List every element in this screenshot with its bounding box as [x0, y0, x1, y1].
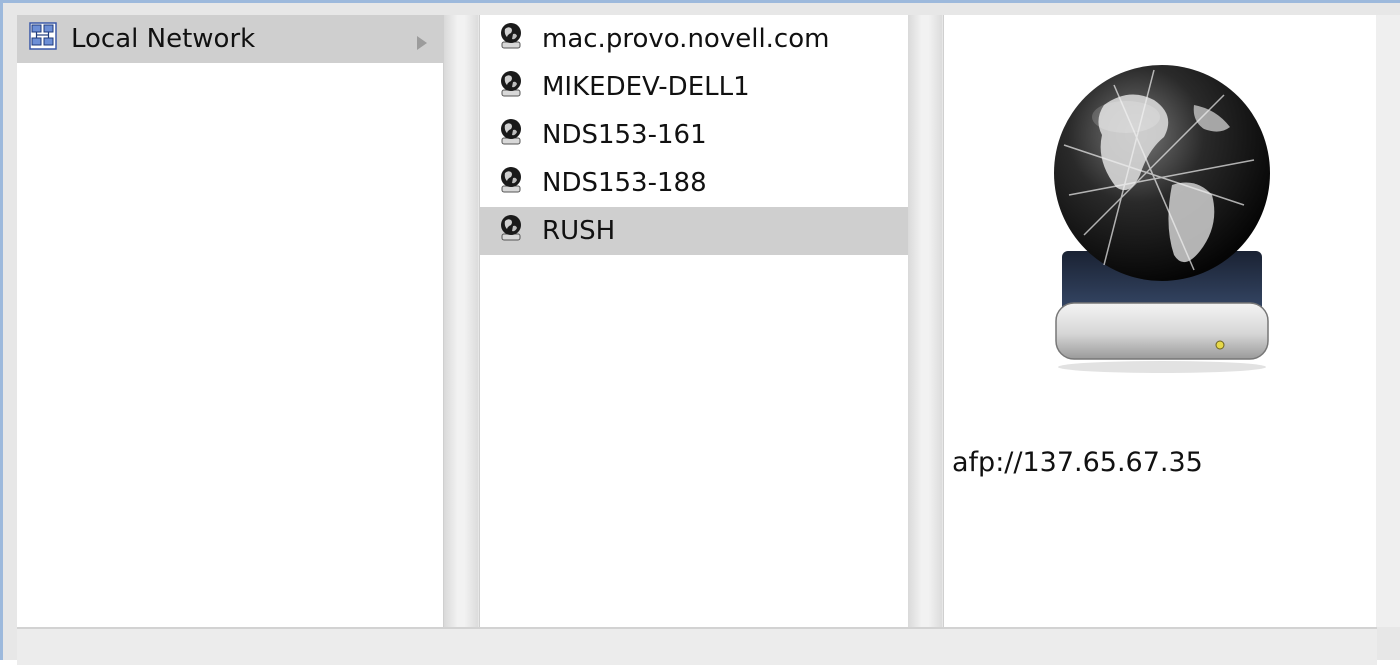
- preview-column: afp://137.65.67.35: [943, 15, 1376, 627]
- server-globe-icon: [496, 117, 526, 154]
- servers-column: mac.provo.novell.com MIKEDEV-DELL1 NDS15…: [479, 15, 909, 627]
- server-address: afp://137.65.67.35: [952, 447, 1203, 478]
- sidebar-item-local-network[interactable]: Local Network: [17, 15, 443, 63]
- server-item-selected[interactable]: RUSH: [480, 207, 908, 255]
- server-globe-icon: [496, 213, 526, 250]
- server-label: RUSH: [542, 216, 616, 246]
- disclosure-arrow-icon: [415, 29, 429, 59]
- network-icon: [29, 21, 57, 57]
- sidebar-column: Local Network: [17, 15, 444, 627]
- server-globe-icon: [496, 69, 526, 106]
- column-divider[interactable]: [908, 15, 942, 627]
- sidebar-item-label: Local Network: [71, 24, 256, 54]
- server-item[interactable]: MIKEDEV-DELL1: [480, 63, 908, 111]
- server-label: mac.provo.novell.com: [542, 24, 830, 54]
- window-edge: [1376, 15, 1400, 627]
- server-label: NDS153-161: [542, 120, 707, 150]
- server-globe-icon: [496, 21, 526, 58]
- server-item[interactable]: NDS153-188: [480, 159, 908, 207]
- horizontal-scrollbar[interactable]: [17, 627, 1377, 665]
- server-globe-icon: [496, 165, 526, 202]
- browser-window: Local Network mac.provo.novell.com MIKED…: [0, 0, 1400, 665]
- network-server-icon: [1044, 65, 1280, 379]
- server-item[interactable]: mac.provo.novell.com: [480, 15, 908, 63]
- column-divider[interactable]: [444, 15, 478, 627]
- server-label: NDS153-188: [542, 168, 707, 198]
- server-item[interactable]: NDS153-161: [480, 111, 908, 159]
- server-label: MIKEDEV-DELL1: [542, 72, 750, 102]
